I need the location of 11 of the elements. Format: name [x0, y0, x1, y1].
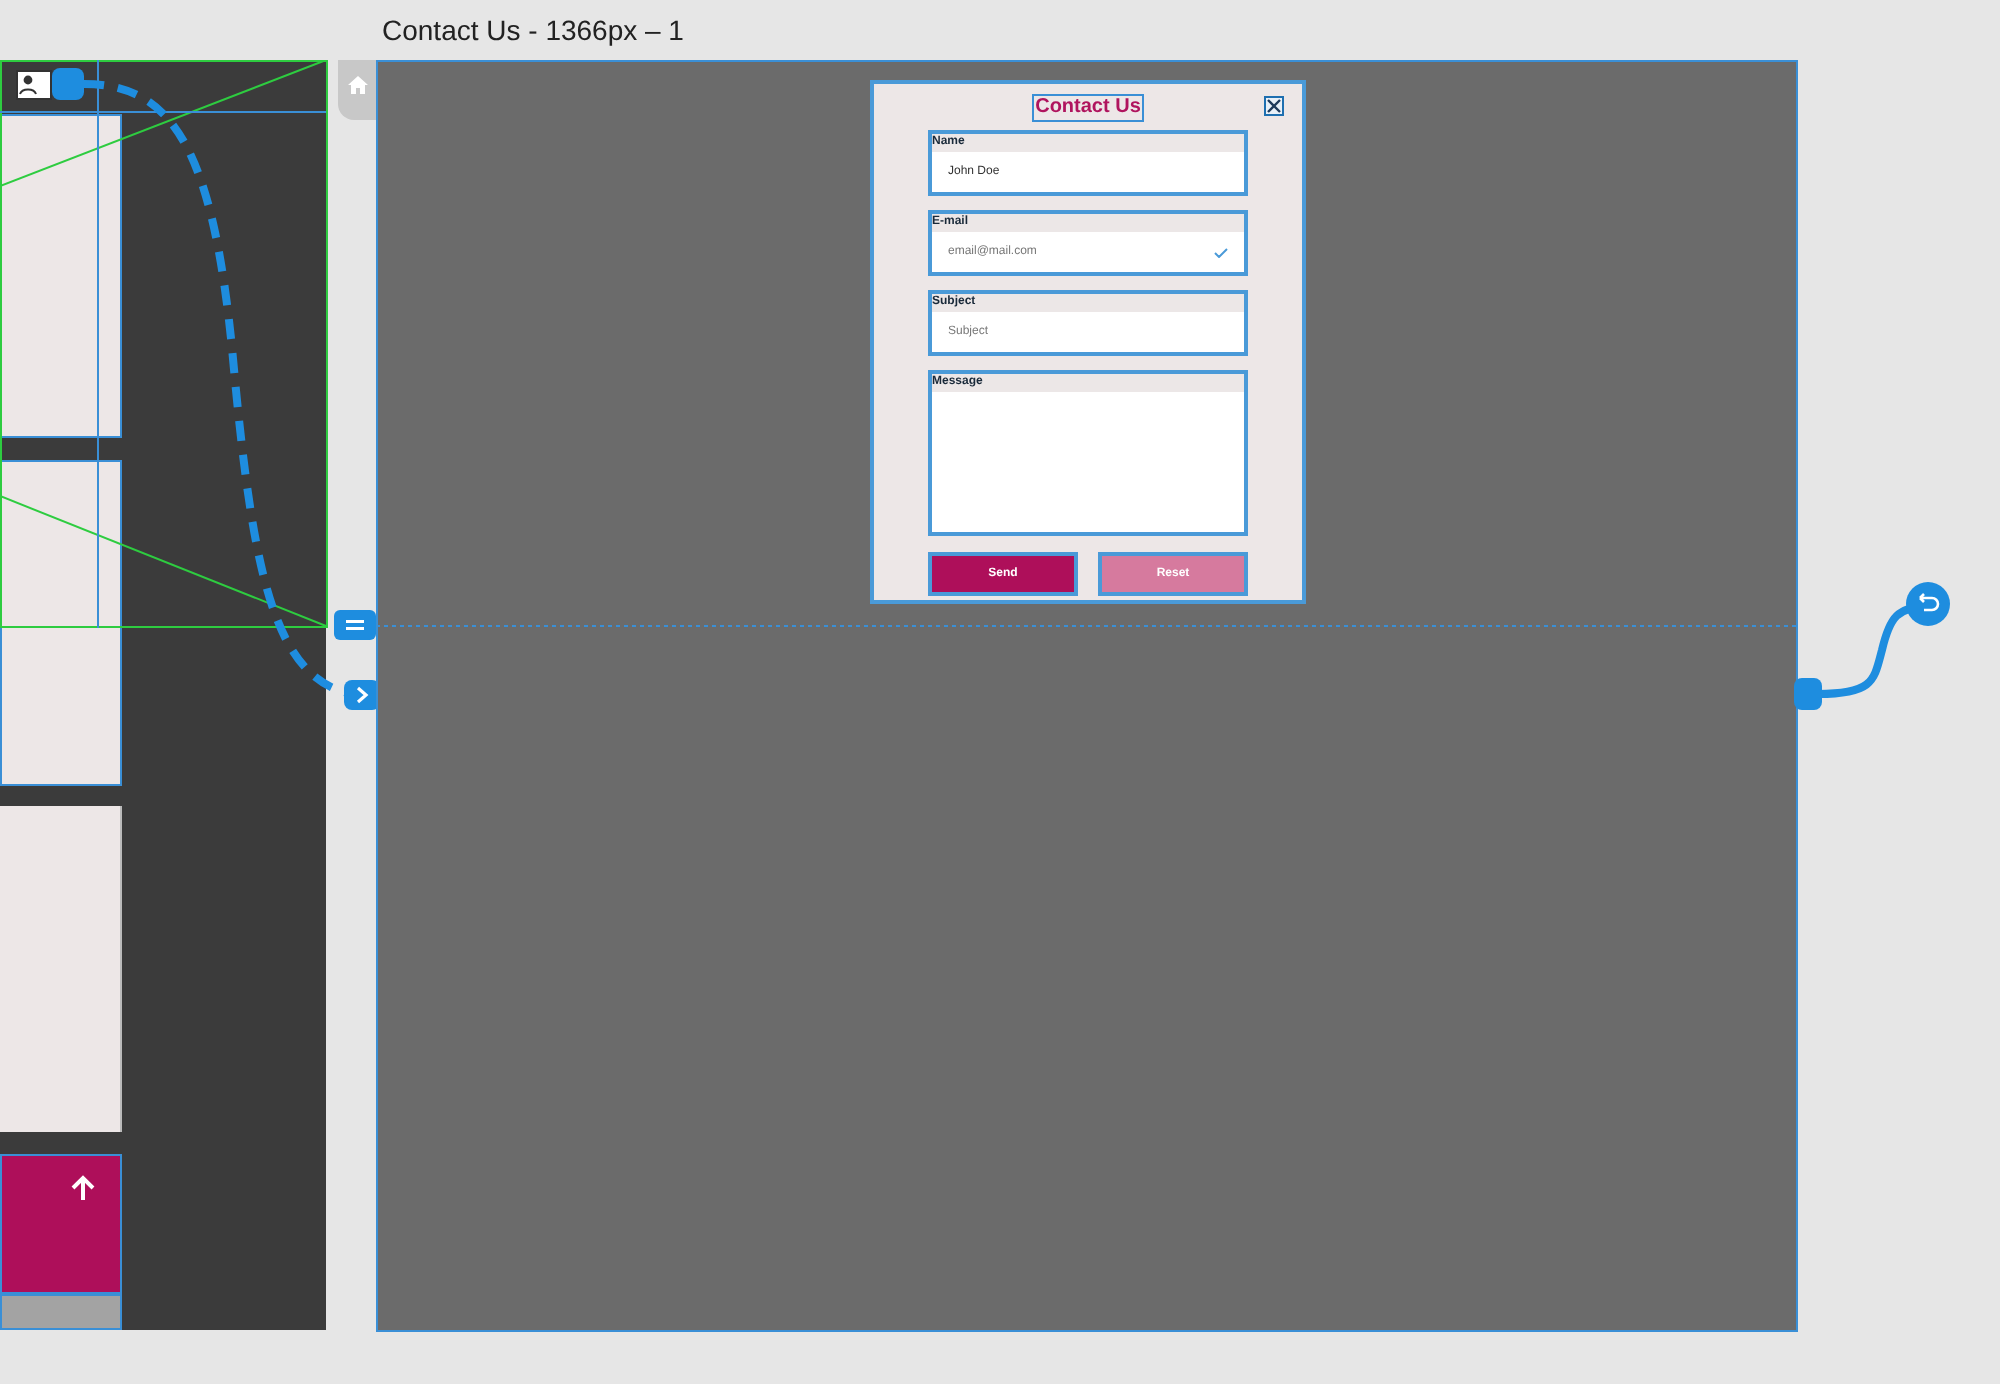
footer-bar	[0, 1154, 122, 1294]
footer-strip	[0, 1294, 122, 1330]
menu-icon	[346, 620, 364, 630]
home-icon	[347, 76, 367, 94]
form-title: Contact Us	[1031, 94, 1145, 122]
contact-card-icon	[16, 70, 52, 100]
menu-handle[interactable]	[334, 610, 376, 640]
artboard-title: Contact Us - 1366px – 1	[382, 12, 684, 50]
check-icon	[1214, 247, 1228, 257]
arrow-up-icon	[68, 1172, 98, 1204]
close-icon[interactable]	[1264, 96, 1284, 116]
